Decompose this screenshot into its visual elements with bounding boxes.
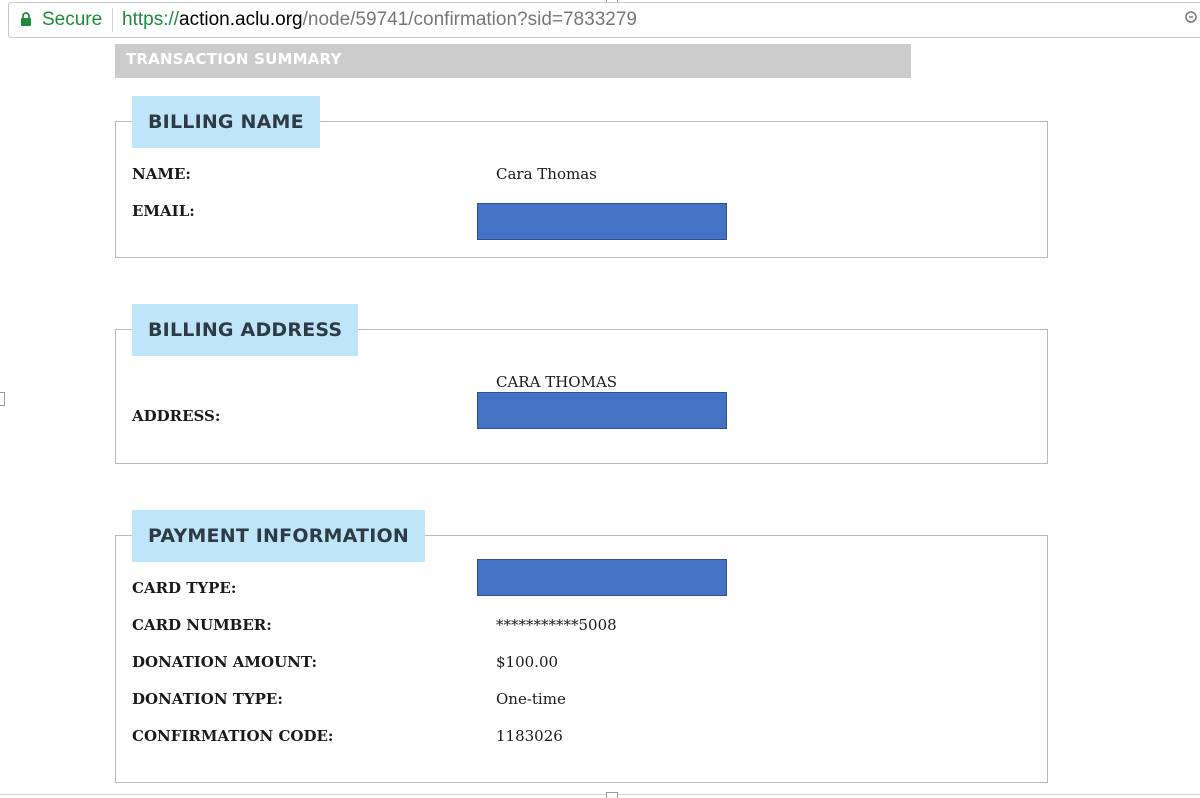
address-redaction [477,392,727,429]
omnibox-divider [112,8,113,32]
lock-icon[interactable] [20,12,32,26]
email-label: EMAIL: [132,202,195,220]
card-number-label: CARD NUMBER: [132,616,272,634]
zoom-icon[interactable] [1182,10,1198,26]
donation-type-label: DONATION TYPE: [132,690,283,708]
viewport-bottom-border [0,794,1200,795]
billing-name-title: BILLING NAME [148,111,304,133]
url-text[interactable]: https://action.aclu.org/node/59741/confi… [122,8,637,32]
transaction-summary-title: TRANSACTION SUMMARY [126,50,342,68]
url-scheme: https:// [122,9,180,30]
side-resize-handle[interactable] [0,392,5,406]
confirmation-code-label: CONFIRMATION CODE: [132,727,334,745]
secure-label[interactable]: Secure [42,8,102,32]
card-number-value: ***********5008 [496,616,617,634]
donation-amount-value: $100.00 [496,653,559,671]
billing-name-heading: BILLING NAME [132,96,320,148]
url-host: action.aclu.org [179,9,303,30]
name-value: Cara Thomas [496,165,597,183]
payment-information-title: PAYMENT INFORMATION [148,525,409,547]
email-redaction [477,203,727,240]
confirmation-code-value: 1183026 [496,727,563,745]
name-label: NAME: [132,165,191,183]
browser-address-bar: Secure https://action.aclu.org/node/5974… [0,0,1200,40]
payment-information-heading: PAYMENT INFORMATION [132,510,425,562]
billing-address-heading: BILLING ADDRESS [132,304,359,356]
card-type-label: CARD TYPE: [132,579,237,597]
billing-address-title: BILLING ADDRESS [148,319,343,341]
donation-amount-label: DONATION AMOUNT: [132,653,318,671]
address-label: ADDRESS: [132,407,221,425]
bottom-resize-handle[interactable] [606,792,618,798]
transaction-summary-header: TRANSACTION SUMMARY [115,44,911,78]
card-type-redaction [477,559,727,596]
address-name-line: CARA THOMAS [496,373,618,391]
url-path: /node/59741/confirmation?sid=7833279 [302,9,637,30]
donation-type-value: One-time [496,690,566,708]
